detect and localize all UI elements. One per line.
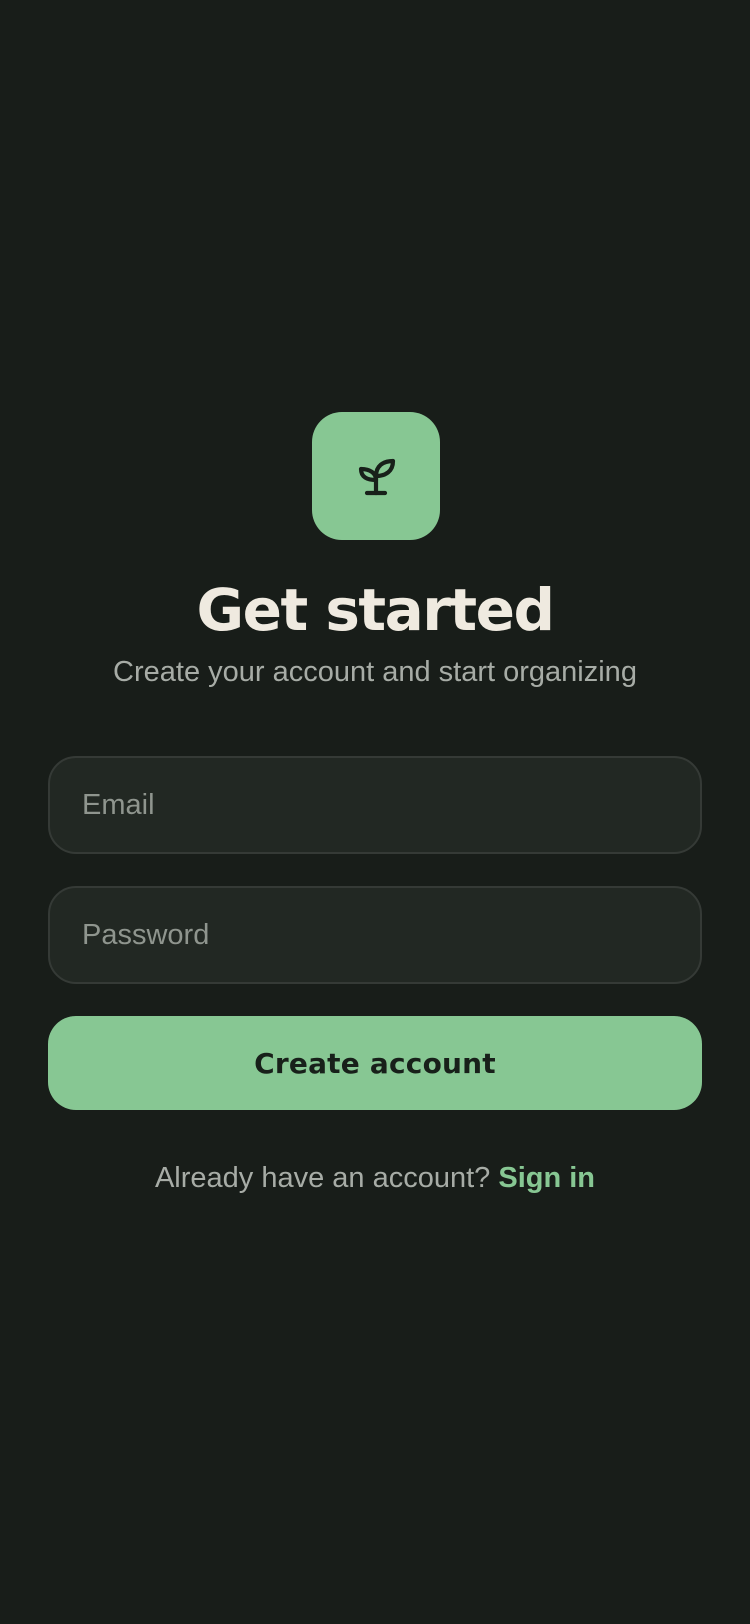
password-input[interactable]	[82, 918, 668, 952]
sign-in-prompt-text: Already have an account?	[154, 1162, 491, 1194]
app-logo	[312, 412, 440, 540]
email-input[interactable]	[82, 788, 668, 822]
sign-in-prompt: Already have an account? Sign in	[0, 1158, 750, 1198]
create-account-button[interactable]: Create account	[48, 1016, 702, 1110]
page-subtitle: Create your account and start organizing	[113, 656, 637, 688]
page-title: Get started	[196, 576, 555, 644]
password-field[interactable]	[48, 886, 702, 984]
sprout-icon	[358, 458, 396, 496]
email-field[interactable]	[48, 756, 702, 854]
signup-screen: Get started Create your account and star…	[0, 0, 750, 1624]
sign-in-link[interactable]: Sign in	[498, 1162, 595, 1194]
